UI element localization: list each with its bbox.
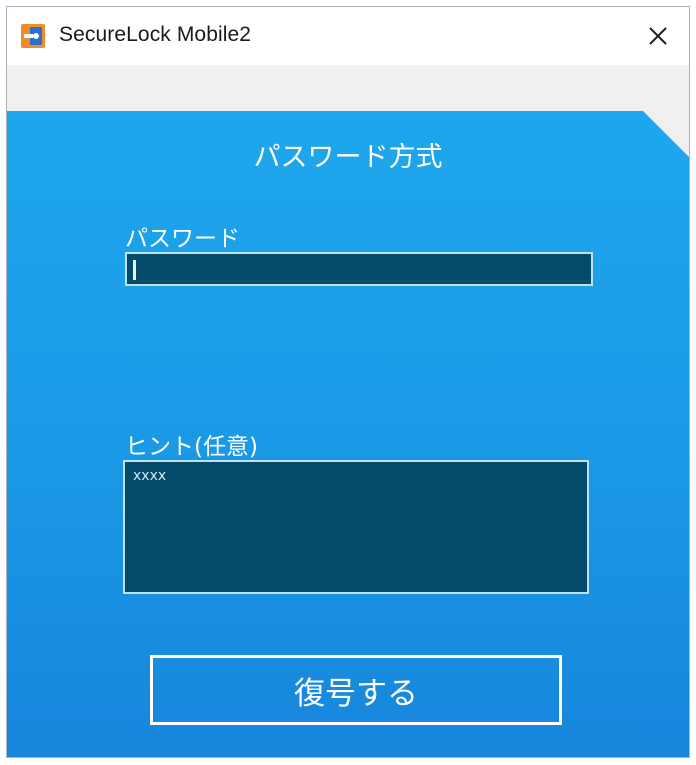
securelock-app-icon [21,24,45,48]
title-bar[interactable]: SecureLock Mobile2 [7,7,689,65]
decrypt-button[interactable]: 復号する [150,655,562,725]
decrypt-button-label: 復号する [294,675,418,712]
password-input[interactable] [125,252,593,286]
close-button[interactable] [639,17,677,55]
mode-title: パスワード方式 [253,142,443,173]
close-icon [649,27,667,45]
password-label: パスワード [125,226,240,252]
window-title: SecureLock Mobile2 [59,23,252,46]
hint-textarea[interactable]: xxxx [123,460,589,594]
hint-label: ヒント(任意) [125,434,258,460]
text-caret [133,260,136,280]
hint-value: xxxx [133,468,167,484]
app-window: SecureLock Mobile2 パスワード方式 パスワード ヒント(任意)… [6,6,690,758]
header-band [7,65,689,111]
